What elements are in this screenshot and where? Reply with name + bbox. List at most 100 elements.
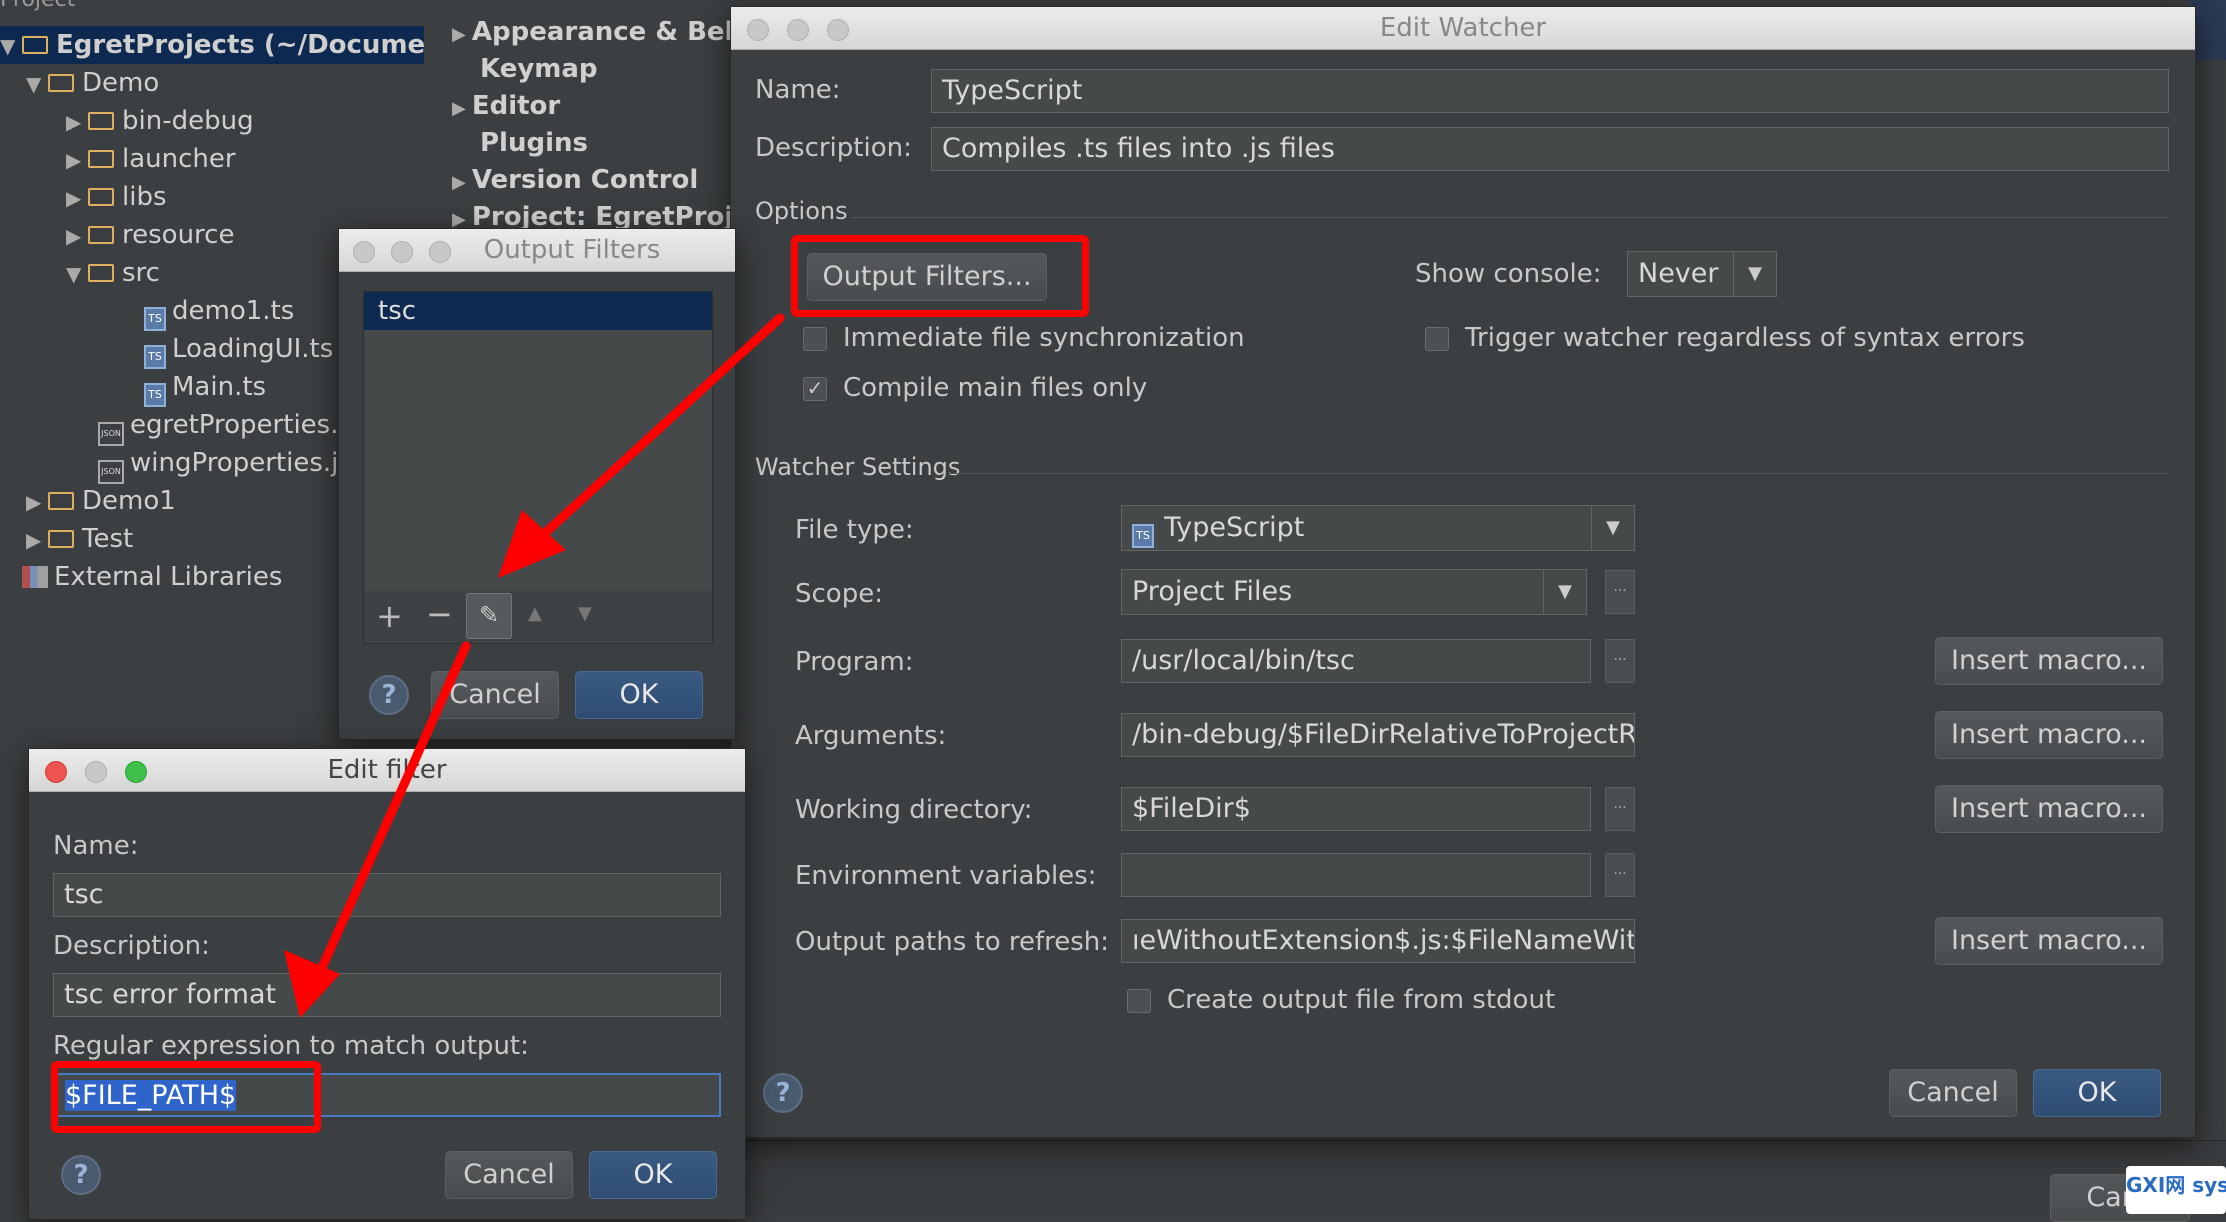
file-type-select[interactable]: TS TypeScript ▼ xyxy=(1121,505,1635,551)
program-browse-button[interactable]: ··· xyxy=(1605,639,1635,683)
tree-item[interactable]: ▶ Demo1 xyxy=(26,482,176,520)
dialog-title: Edit Watcher xyxy=(1379,13,1547,43)
program-field[interactable]: /usr/local/bin/tsc xyxy=(1121,639,1591,683)
expand-right-icon[interactable]: ▶ xyxy=(66,179,88,217)
tree-item[interactable]: ▶ launcher xyxy=(66,140,236,178)
edit-watcher-dialog: Edit Watcher Name: TypeScript Descriptio… xyxy=(730,6,2196,1138)
description-label: Description: xyxy=(755,133,912,163)
expand-right-icon[interactable]: ▶ xyxy=(26,483,48,521)
filters-ok-button[interactable]: OK xyxy=(575,671,703,719)
expand-right-icon[interactable]: ▶ xyxy=(66,217,88,255)
nav-item-version-control[interactable]: ▶ Version Control xyxy=(452,162,698,198)
help-icon[interactable]: ? xyxy=(61,1155,101,1195)
chevron-down-icon: ▼ xyxy=(1543,570,1586,614)
nav-item-editor[interactable]: ▶ Editor xyxy=(452,88,560,124)
minimize-window-icon[interactable] xyxy=(85,761,107,783)
expand-down-icon[interactable]: ▼ xyxy=(26,65,48,103)
tree-item[interactable]: TS demo1.ts xyxy=(144,292,294,331)
arguments-field[interactable]: /bin-debug/$FileDirRelativeToProjectRoot… xyxy=(1121,713,1635,757)
nav-label: Plugins xyxy=(480,128,588,158)
annotation-highlight-box xyxy=(51,1061,321,1133)
output-paths-insert-macro-button[interactable]: Insert macro... xyxy=(1935,917,2163,965)
zoom-window-icon[interactable] xyxy=(827,19,849,41)
tree-item[interactable]: ▼ src xyxy=(66,254,160,292)
tree-item-label: egretProperties.js xyxy=(130,410,360,440)
arguments-insert-macro-button[interactable]: Insert macro... xyxy=(1935,711,2163,759)
checkmark-icon: ✓ xyxy=(806,376,824,400)
move-up-icon[interactable]: ▲ xyxy=(528,603,542,624)
compile-main-label: Compile main files only xyxy=(843,373,1148,403)
close-window-icon[interactable] xyxy=(747,19,769,41)
scope-select[interactable]: Project Files ▼ xyxy=(1121,569,1587,615)
tree-item[interactable]: ▼ Demo xyxy=(26,64,159,102)
tree-item-label: launcher xyxy=(122,144,236,174)
zoom-window-icon[interactable] xyxy=(125,761,147,783)
filter-name-field[interactable]: tsc xyxy=(53,873,721,917)
tree-item[interactable]: TS LoadingUI.ts xyxy=(144,330,333,369)
name-field[interactable]: TypeScript xyxy=(931,69,2169,113)
tree-item-label: libs xyxy=(122,182,167,212)
description-field[interactable]: Compiles .ts files into .js files xyxy=(931,127,2169,171)
show-console-select[interactable]: Never ▼ xyxy=(1627,251,1777,297)
zoom-window-icon[interactable] xyxy=(429,241,451,263)
tree-item[interactable]: JSON egretProperties.js xyxy=(98,406,360,446)
compile-main-checkbox[interactable]: ✓ xyxy=(803,377,827,401)
create-output-label: Create output file from stdout xyxy=(1167,985,1556,1015)
add-icon[interactable]: + xyxy=(376,597,403,635)
tree-item-label: Test xyxy=(82,524,134,554)
filters-cancel-button[interactable]: Cancel xyxy=(431,671,559,719)
close-window-icon[interactable] xyxy=(353,241,375,263)
expand-right-icon[interactable]: ▶ xyxy=(66,103,88,141)
expand-down-icon[interactable]: ▼ xyxy=(66,255,88,293)
immediate-sync-checkbox[interactable] xyxy=(803,327,827,351)
filter-cancel-button[interactable]: Cancel xyxy=(445,1151,573,1199)
env-vars-browse-button[interactable]: ··· xyxy=(1605,853,1635,897)
expand-right-icon[interactable]: ▶ xyxy=(26,521,48,559)
tree-root[interactable]: ▼ EgretProjects (~/Documents/Eg xyxy=(0,26,517,65)
tree-item[interactable]: ▶ Test xyxy=(26,520,133,558)
folder-icon xyxy=(88,264,114,282)
program-insert-macro-button[interactable]: Insert macro... xyxy=(1935,637,2163,685)
working-dir-insert-macro-button[interactable]: Insert macro... xyxy=(1935,785,2163,833)
remove-icon[interactable]: − xyxy=(426,595,453,633)
expand-right-icon[interactable]: ▶ xyxy=(66,141,88,179)
minimize-window-icon[interactable] xyxy=(787,19,809,41)
tree-item[interactable]: TS Main.ts xyxy=(144,368,266,407)
scope-browse-button[interactable]: ··· xyxy=(1605,570,1635,614)
tree-item[interactable]: External Libraries xyxy=(22,558,282,596)
env-vars-field[interactable] xyxy=(1121,853,1591,897)
project-header[interactable]: Project xyxy=(0,0,75,14)
close-window-icon[interactable] xyxy=(45,761,67,783)
filter-ok-button[interactable]: OK xyxy=(589,1151,717,1199)
list-item-label: tsc xyxy=(378,296,417,326)
nav-item-keymap[interactable]: Keymap xyxy=(480,51,598,87)
button-label: Cancel xyxy=(1907,1077,1999,1108)
edit-watcher-titlebar: Edit Watcher xyxy=(731,7,2195,50)
move-down-icon[interactable]: ▼ xyxy=(578,603,592,624)
tree-item[interactable]: JSON wingProperties.js xyxy=(98,444,352,484)
expand-right-icon: ▶ xyxy=(452,24,466,45)
minimize-window-icon[interactable] xyxy=(391,241,413,263)
working-dir-browse-button[interactable]: ··· xyxy=(1605,787,1635,831)
help-icon[interactable]: ? xyxy=(369,675,409,715)
filter-description-field[interactable]: tsc error format xyxy=(53,973,721,1017)
nav-item-appearance[interactable]: ▶ Appearance & Behav xyxy=(452,14,778,50)
tree-item[interactable]: ▶ resource xyxy=(66,216,234,254)
output-paths-label: Output paths to refresh: xyxy=(795,927,1110,957)
tree-item[interactable]: ▶ libs xyxy=(66,178,167,216)
list-item[interactable]: tsc xyxy=(364,292,712,330)
folder-icon xyxy=(48,74,74,92)
nav-item-plugins[interactable]: Plugins xyxy=(480,125,588,161)
annotation-highlight-box xyxy=(791,235,1089,317)
edit-pencil-icon[interactable]: ✎ xyxy=(466,593,512,639)
watcher-cancel-button[interactable]: Cancel xyxy=(1889,1069,2017,1117)
watcher-ok-button[interactable]: OK xyxy=(2033,1069,2161,1117)
working-dir-field[interactable]: $FileDir$ xyxy=(1121,787,1591,831)
output-paths-field[interactable]: ıeWithoutExtension$.js:$FileNameWithoutE… xyxy=(1121,919,1635,963)
create-output-checkbox[interactable] xyxy=(1127,989,1151,1013)
button-label: OK xyxy=(2077,1077,2117,1108)
trigger-watcher-checkbox[interactable] xyxy=(1425,327,1449,351)
tree-item[interactable]: ▶ bin-debug xyxy=(66,102,254,140)
expand-down-icon[interactable]: ▼ xyxy=(0,27,22,65)
help-icon[interactable]: ? xyxy=(763,1073,803,1113)
